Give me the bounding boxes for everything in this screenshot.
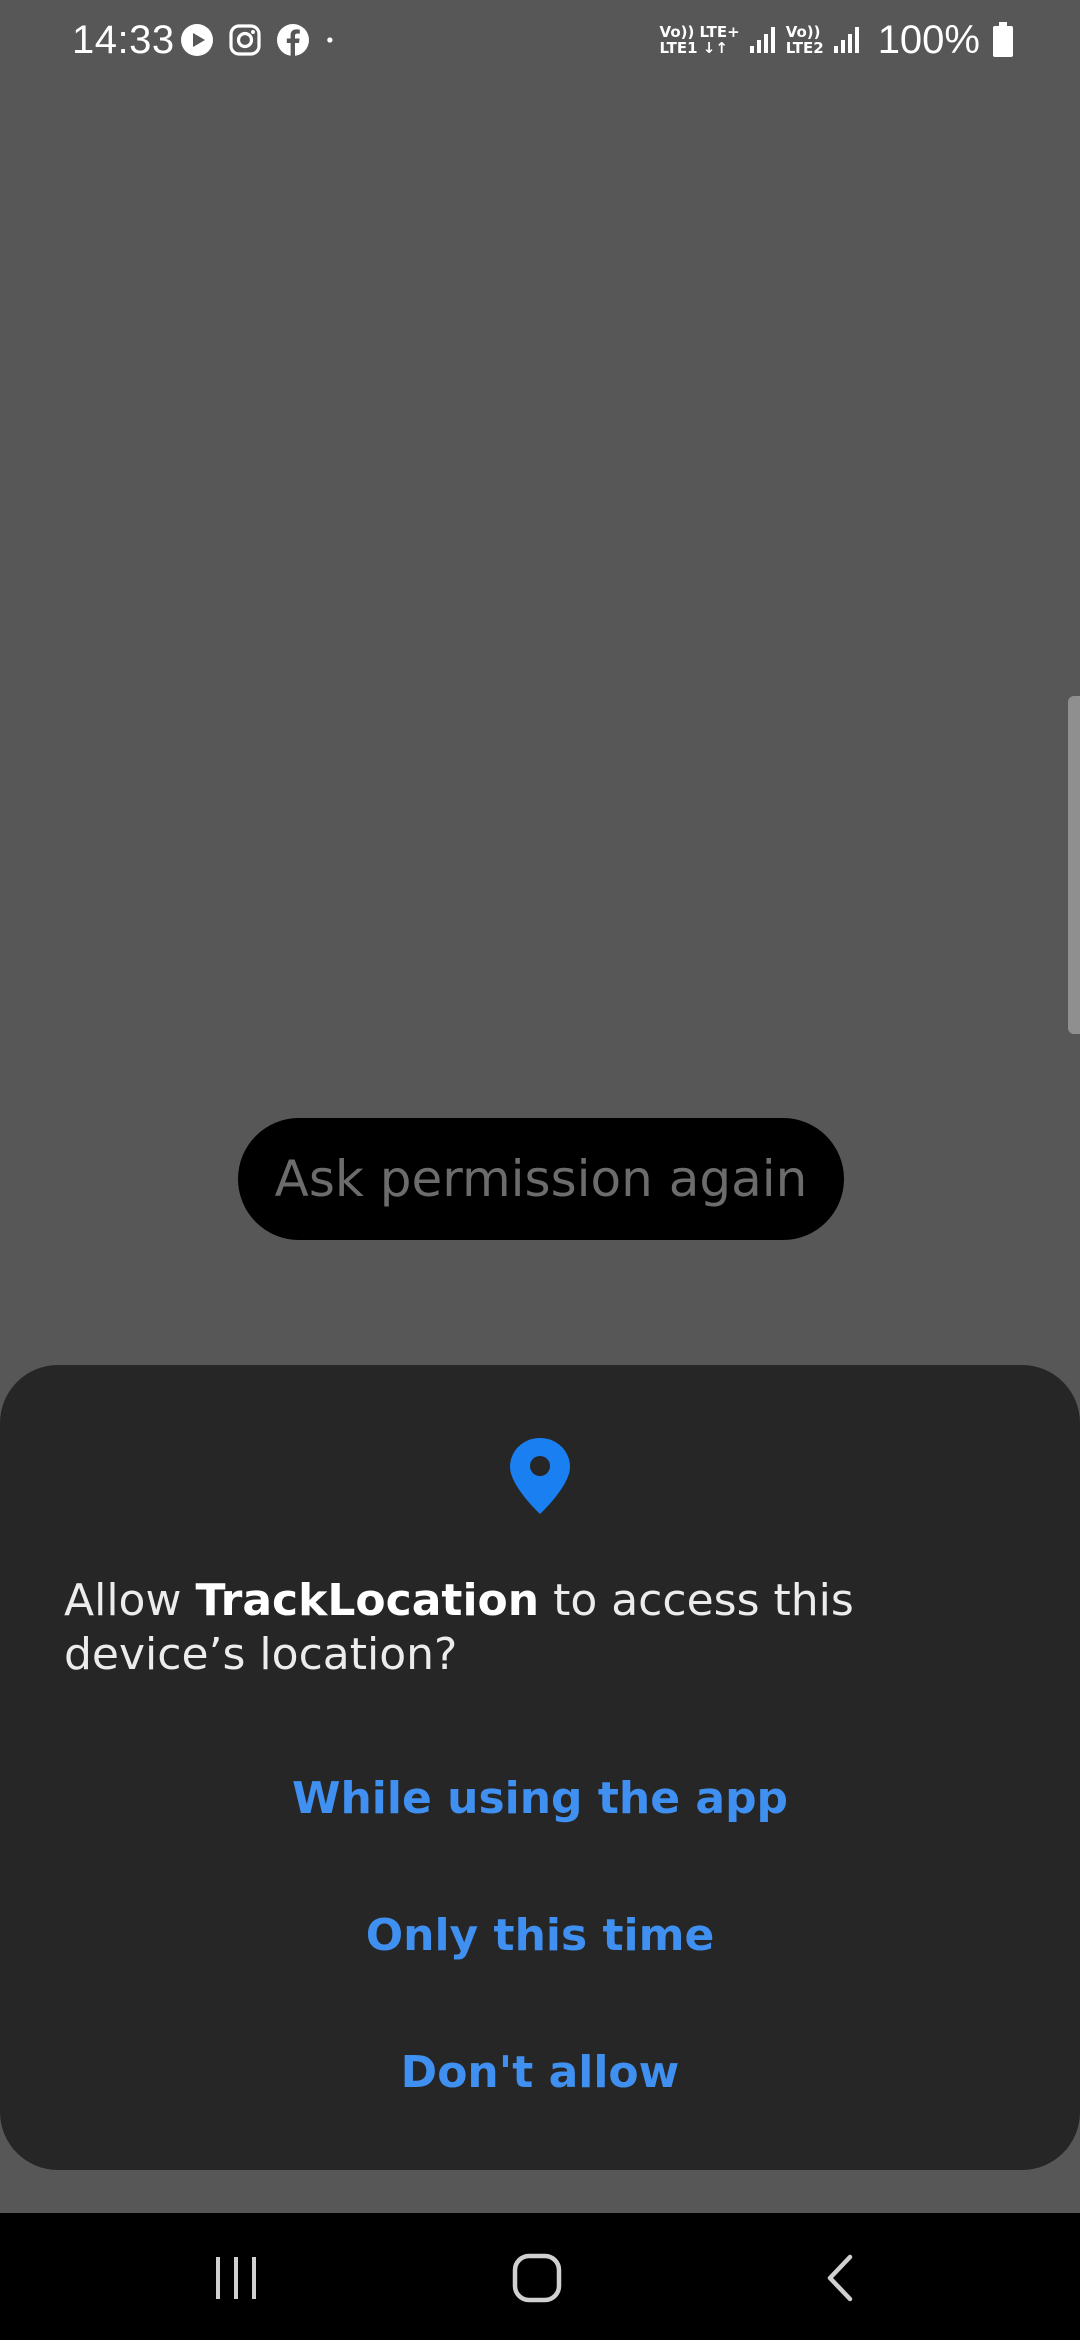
sim1-bottom-label: LTE1 ↓↑ (659, 39, 728, 57)
navigation-bar (0, 2213, 1080, 2340)
only-this-time-button[interactable]: Only this time (0, 1880, 1080, 1990)
youtube-icon (181, 24, 213, 56)
notification-icons (180, 18, 344, 62)
status-time: 14:33 (72, 18, 175, 62)
home-icon[interactable] (512, 2253, 562, 2303)
instagram-icon (229, 24, 261, 56)
ask-permission-again-button[interactable]: Ask permission again (238, 1118, 844, 1240)
status-bar: 14:33 Vo)) LTE+ LTE1 ↓↑ Vo)) LTE2 100% (0, 0, 1080, 80)
sim1-top-label: Vo)) LTE+ (659, 23, 740, 41)
facebook-icon (277, 24, 309, 56)
recents-icon[interactable] (212, 2255, 260, 2301)
signal-icon (833, 27, 859, 53)
permission-text-prefix: Allow (64, 1575, 196, 1626)
app-name: TrackLocation (195, 1575, 540, 1626)
status-right-group: Vo)) LTE+ LTE1 ↓↑ Vo)) LTE2 100% (660, 18, 1014, 62)
while-using-the-app-button[interactable]: While using the app (0, 1743, 1080, 1853)
sim2-network-label: Vo)) LTE2 (786, 24, 824, 56)
sim1-network-label: Vo)) LTE+ LTE1 ↓↑ (660, 24, 740, 56)
dont-allow-button[interactable]: Don't allow (0, 2017, 1080, 2127)
battery-level: 100% (877, 18, 980, 62)
sim2-top-label: Vo)) (785, 23, 821, 41)
more-dot-icon (327, 37, 333, 43)
back-icon[interactable] (822, 2253, 858, 2303)
sim2-bottom-label: LTE2 (785, 39, 824, 57)
signal-icon (749, 27, 775, 53)
battery-icon (993, 22, 1013, 57)
location-pin-icon (510, 1438, 570, 1514)
scrollbar[interactable] (1068, 696, 1080, 1034)
permission-message: Allow TrackLocation to access this devic… (64, 1574, 1024, 1682)
